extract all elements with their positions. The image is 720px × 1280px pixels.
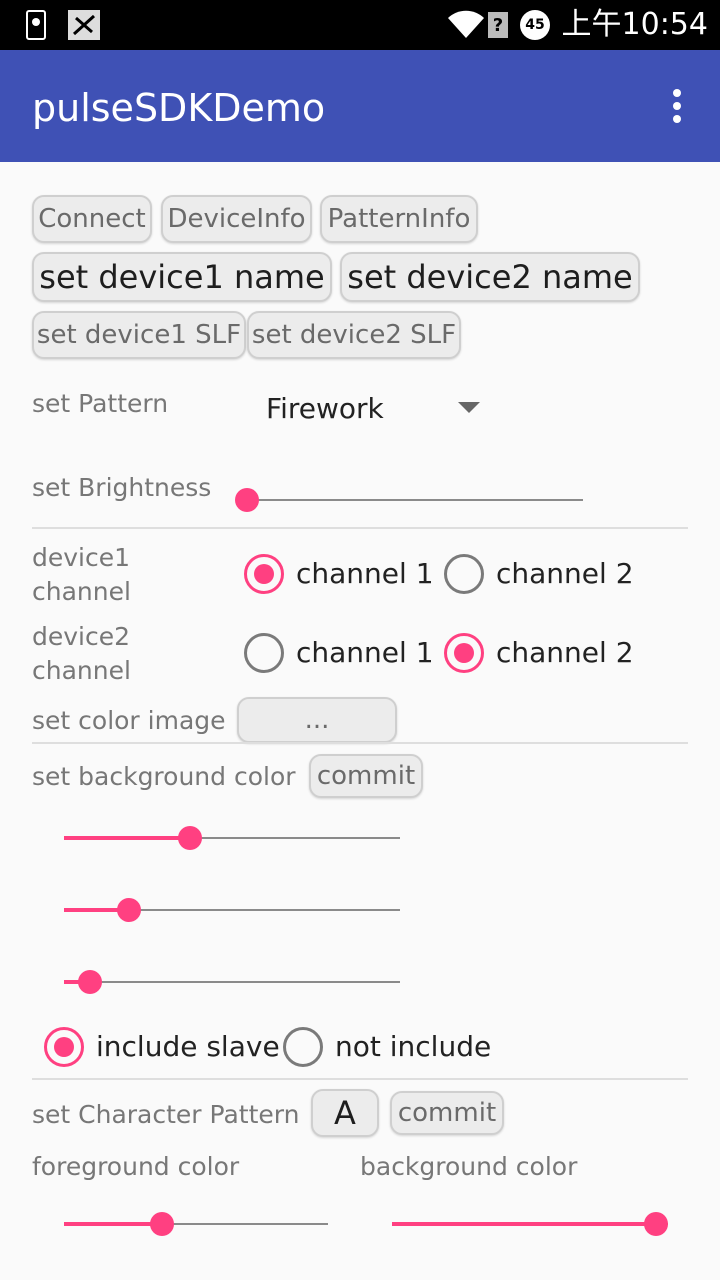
- brightness-label: set Brightness: [32, 473, 212, 502]
- background-commit-button[interactable]: commit: [309, 754, 423, 798]
- character-pattern-label: set Character Pattern: [32, 1100, 300, 1129]
- device1-channel1-radio[interactable]: [244, 554, 284, 594]
- device-info-button[interactable]: DeviceInfo: [161, 195, 312, 243]
- dropdown-arrow-icon: [458, 402, 480, 413]
- status-bar: ? 45 上午10:54: [0, 0, 720, 50]
- background-red-slider[interactable]: [52, 824, 400, 852]
- not-include-label[interactable]: not include: [335, 1030, 491, 1064]
- device1-channel-label-line2: channel: [32, 577, 131, 606]
- no-signal-icon: ?: [488, 12, 508, 38]
- overflow-menu-icon[interactable]: [660, 86, 694, 128]
- slider-thumb[interactable]: [235, 488, 259, 512]
- set-device1-slf-button[interactable]: set device1 SLF: [32, 311, 246, 359]
- device1-channel1-label[interactable]: channel 1: [296, 557, 434, 591]
- pattern-label: set Pattern: [32, 389, 169, 418]
- color-image-label: set color image: [32, 706, 226, 735]
- device1-channel2-label[interactable]: channel 2: [496, 557, 634, 591]
- status-time: 上午10:54: [561, 7, 708, 42]
- pattern-selected-value: Firework: [266, 392, 384, 425]
- set-device2-name-button[interactable]: set device2 name: [340, 252, 640, 302]
- device1-channel2-radio[interactable]: [444, 554, 484, 594]
- character-background-color-label: background color: [360, 1152, 578, 1181]
- background-color-label: set background color: [32, 762, 296, 791]
- device2-channel1-radio[interactable]: [244, 633, 284, 673]
- slider-thumb[interactable]: [116, 898, 141, 922]
- device2-channel-label-line2: channel: [32, 656, 131, 685]
- slider-thumb[interactable]: [77, 970, 102, 994]
- slider-thumb[interactable]: [644, 1212, 668, 1236]
- app-title: pulseSDKDemo: [32, 86, 326, 130]
- divider: [32, 1078, 688, 1080]
- foreground-color-slider[interactable]: [52, 1210, 328, 1238]
- device2-channel2-label[interactable]: channel 2: [496, 636, 634, 670]
- not-include-radio[interactable]: [283, 1027, 323, 1067]
- battery-icon: 45: [520, 10, 550, 40]
- device2-channel1-label[interactable]: channel 1: [296, 636, 434, 670]
- include-slave-label[interactable]: include slave: [96, 1030, 280, 1064]
- divider: [32, 527, 688, 529]
- device2-channel2-radio[interactable]: [444, 633, 484, 673]
- include-slave-radio[interactable]: [44, 1027, 84, 1067]
- connect-button[interactable]: Connect: [32, 195, 152, 243]
- set-device1-name-button[interactable]: set device1 name: [32, 252, 332, 302]
- wifi-icon: [446, 10, 486, 40]
- set-device2-slf-button[interactable]: set device2 SLF: [247, 311, 461, 359]
- device2-channel-label-line1: device2: [32, 622, 131, 651]
- character-letter-button[interactable]: A: [311, 1089, 379, 1137]
- notification-icon: [68, 10, 100, 40]
- character-commit-button[interactable]: commit: [390, 1091, 504, 1135]
- slider-thumb[interactable]: [178, 826, 203, 850]
- background-green-slider[interactable]: [52, 896, 400, 924]
- background-blue-slider[interactable]: [52, 968, 400, 996]
- sim-card-icon: [26, 10, 46, 40]
- character-background-color-slider[interactable]: [380, 1210, 668, 1238]
- device1-channel-label-line1: device1: [32, 543, 131, 572]
- brightness-slider[interactable]: [235, 486, 583, 514]
- pattern-info-button[interactable]: PatternInfo: [320, 195, 478, 243]
- foreground-color-label: foreground color: [32, 1152, 240, 1181]
- pattern-spinner[interactable]: Firework: [250, 384, 500, 434]
- color-image-button[interactable]: ...: [237, 697, 397, 743]
- slider-thumb[interactable]: [150, 1212, 175, 1236]
- divider: [32, 742, 688, 744]
